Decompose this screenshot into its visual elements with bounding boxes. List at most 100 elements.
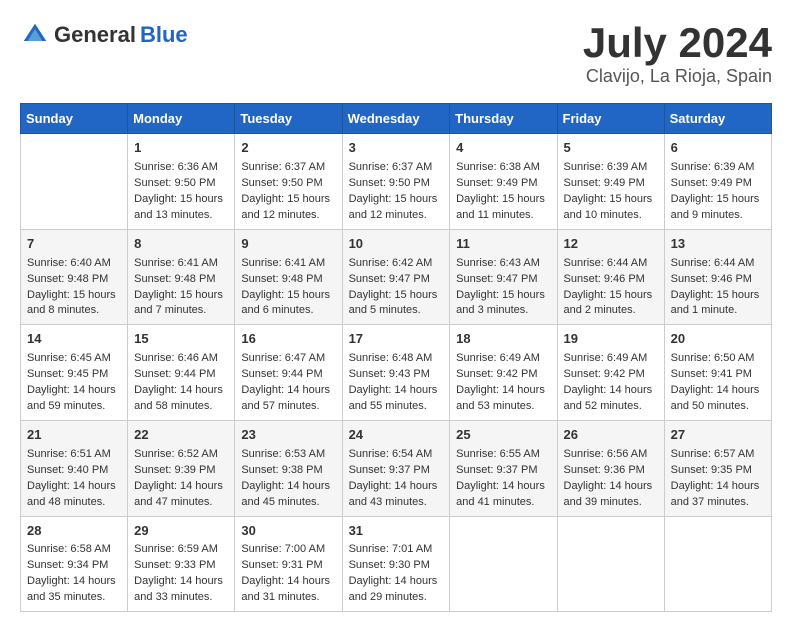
cell-info: Sunrise: 6:51 AM Sunset: 9:40 PM Dayligh… xyxy=(27,447,121,511)
calendar-cell: 21 Sunrise: 6:51 AM Sunset: 9:40 PM Dayli… xyxy=(21,420,128,516)
cell-info: Sunrise: 6:55 AM Sunset: 9:37 PM Dayligh… xyxy=(456,447,550,511)
calendar-cell: 3Sunrise: 6:37 AM Sunset: 9:50 PM Daylig… xyxy=(342,134,450,230)
day-number: 14 xyxy=(27,330,121,349)
calendar-cell: 16 Sunrise: 6:47 AM Sunset: 9:44 PM Dayli… xyxy=(235,325,342,421)
calendar-cell: 4 Sunrise: 6:38 AM Sunset: 9:49 PM Daylig… xyxy=(450,134,557,230)
day-number: 28 xyxy=(27,522,121,541)
title-block: July 2024 Clavijo, La Rioja, Spain xyxy=(583,20,772,87)
cell-info: Sunrise: 7:00 AM Sunset: 9:31 PM Dayligh… xyxy=(241,542,335,606)
logo-icon xyxy=(20,20,50,50)
calendar-cell: 30Sunrise: 7:00 AM Sunset: 9:31 PM Dayli… xyxy=(235,516,342,612)
calendar-week-row: 7 Sunrise: 6:40 AM Sunset: 9:48 PM Daylig… xyxy=(21,229,772,325)
calendar-cell: 27 Sunrise: 6:57 AM Sunset: 9:35 PM Dayli… xyxy=(664,420,771,516)
cell-info: Sunrise: 6:47 AM Sunset: 9:44 PM Dayligh… xyxy=(241,351,335,415)
day-number: 11 xyxy=(456,235,550,254)
cell-info: Sunrise: 6:49 AM Sunset: 9:42 PM Dayligh… xyxy=(456,351,550,415)
cell-info: Sunrise: 6:57 AM Sunset: 9:35 PM Dayligh… xyxy=(671,447,765,511)
weekday-header-monday: Monday xyxy=(128,104,235,134)
weekday-header-tuesday: Tuesday xyxy=(235,104,342,134)
calendar-cell xyxy=(557,516,664,612)
cell-info: Sunrise: 6:54 AM Sunset: 9:37 PM Dayligh… xyxy=(349,447,444,511)
day-number: 2 xyxy=(241,139,335,158)
cell-info: Sunrise: 6:41 AM Sunset: 9:48 PM Dayligh… xyxy=(241,256,335,320)
calendar-cell: 13 Sunrise: 6:44 AM Sunset: 9:46 PM Dayli… xyxy=(664,229,771,325)
day-number: 7 xyxy=(27,235,121,254)
cell-info: Sunrise: 6:36 AM Sunset: 9:50 PM Dayligh… xyxy=(134,160,228,224)
cell-info: Sunrise: 6:45 AM Sunset: 9:45 PM Dayligh… xyxy=(27,351,121,415)
day-number: 27 xyxy=(671,426,765,445)
weekday-header-thursday: Thursday xyxy=(450,104,557,134)
cell-info: Sunrise: 6:58 AM Sunset: 9:34 PM Dayligh… xyxy=(27,542,121,606)
logo-blue: Blue xyxy=(140,22,188,48)
weekday-header-sunday: Sunday xyxy=(21,104,128,134)
cell-info: Sunrise: 6:42 AM Sunset: 9:47 PM Dayligh… xyxy=(349,256,444,320)
day-number: 5 xyxy=(564,139,658,158)
day-number: 23 xyxy=(241,426,335,445)
weekday-header-wednesday: Wednesday xyxy=(342,104,450,134)
day-number: 10 xyxy=(349,235,444,254)
weekday-header-saturday: Saturday xyxy=(664,104,771,134)
calendar-cell: 8 Sunrise: 6:41 AM Sunset: 9:48 PM Daylig… xyxy=(128,229,235,325)
logo: GeneralBlue xyxy=(20,20,188,50)
calendar-cell xyxy=(21,134,128,230)
calendar-cell: 1 Sunrise: 6:36 AM Sunset: 9:50 PM Daylig… xyxy=(128,134,235,230)
calendar-cell: 11Sunrise: 6:43 AM Sunset: 9:47 PM Dayli… xyxy=(450,229,557,325)
calendar-cell: 26 Sunrise: 6:56 AM Sunset: 9:36 PM Dayli… xyxy=(557,420,664,516)
day-number: 6 xyxy=(671,139,765,158)
calendar-cell: 10 Sunrise: 6:42 AM Sunset: 9:47 PM Dayli… xyxy=(342,229,450,325)
calendar-cell: 24 Sunrise: 6:54 AM Sunset: 9:37 PM Dayli… xyxy=(342,420,450,516)
location-title: Clavijo, La Rioja, Spain xyxy=(583,66,772,87)
day-number: 17 xyxy=(349,330,444,349)
cell-info: Sunrise: 6:38 AM Sunset: 9:49 PM Dayligh… xyxy=(456,160,550,224)
calendar-cell: 5 Sunrise: 6:39 AM Sunset: 9:49 PM Daylig… xyxy=(557,134,664,230)
day-number: 31 xyxy=(349,522,444,541)
day-number: 8 xyxy=(134,235,228,254)
day-number: 15 xyxy=(134,330,228,349)
day-number: 16 xyxy=(241,330,335,349)
cell-info: Sunrise: 6:40 AM Sunset: 9:48 PM Dayligh… xyxy=(27,256,121,320)
cell-info: Sunrise: 6:46 AM Sunset: 9:44 PM Dayligh… xyxy=(134,351,228,415)
calendar-cell: 18 Sunrise: 6:49 AM Sunset: 9:42 PM Dayli… xyxy=(450,325,557,421)
day-number: 20 xyxy=(671,330,765,349)
calendar-cell: 19Sunrise: 6:49 AM Sunset: 9:42 PM Dayli… xyxy=(557,325,664,421)
cell-info: Sunrise: 6:48 AM Sunset: 9:43 PM Dayligh… xyxy=(349,351,444,415)
day-number: 4 xyxy=(456,139,550,158)
cell-info: Sunrise: 6:39 AM Sunset: 9:49 PM Dayligh… xyxy=(564,160,658,224)
day-number: 13 xyxy=(671,235,765,254)
day-number: 21 xyxy=(27,426,121,445)
cell-info: Sunrise: 6:56 AM Sunset: 9:36 PM Dayligh… xyxy=(564,447,658,511)
cell-info: Sunrise: 6:53 AM Sunset: 9:38 PM Dayligh… xyxy=(241,447,335,511)
calendar-table: SundayMondayTuesdayWednesdayThursdayFrid… xyxy=(20,103,772,612)
cell-info: Sunrise: 6:41 AM Sunset: 9:48 PM Dayligh… xyxy=(134,256,228,320)
day-number: 1 xyxy=(134,139,228,158)
day-number: 25 xyxy=(456,426,550,445)
cell-info: Sunrise: 6:44 AM Sunset: 9:46 PM Dayligh… xyxy=(671,256,765,320)
calendar-cell: 9Sunrise: 6:41 AM Sunset: 9:48 PM Daylig… xyxy=(235,229,342,325)
day-number: 18 xyxy=(456,330,550,349)
cell-info: Sunrise: 6:44 AM Sunset: 9:46 PM Dayligh… xyxy=(564,256,658,320)
calendar-cell xyxy=(664,516,771,612)
calendar-cell: 20Sunrise: 6:50 AM Sunset: 9:41 PM Dayli… xyxy=(664,325,771,421)
calendar-cell: 25 Sunrise: 6:55 AM Sunset: 9:37 PM Dayli… xyxy=(450,420,557,516)
weekday-header-friday: Friday xyxy=(557,104,664,134)
cell-info: Sunrise: 6:39 AM Sunset: 9:49 PM Dayligh… xyxy=(671,160,765,224)
calendar-cell xyxy=(450,516,557,612)
page-header: GeneralBlue July 2024 Clavijo, La Rioja,… xyxy=(20,20,772,87)
calendar-cell: 14 Sunrise: 6:45 AM Sunset: 9:45 PM Dayli… xyxy=(21,325,128,421)
day-number: 3 xyxy=(349,139,444,158)
weekday-header-row: SundayMondayTuesdayWednesdayThursdayFrid… xyxy=(21,104,772,134)
calendar-week-row: 28Sunrise: 6:58 AM Sunset: 9:34 PM Dayli… xyxy=(21,516,772,612)
calendar-week-row: 14 Sunrise: 6:45 AM Sunset: 9:45 PM Dayli… xyxy=(21,325,772,421)
month-title: July 2024 xyxy=(583,20,772,66)
calendar-cell: 12 Sunrise: 6:44 AM Sunset: 9:46 PM Dayli… xyxy=(557,229,664,325)
calendar-week-row: 1 Sunrise: 6:36 AM Sunset: 9:50 PM Daylig… xyxy=(21,134,772,230)
day-number: 26 xyxy=(564,426,658,445)
day-number: 22 xyxy=(134,426,228,445)
calendar-cell: 23 Sunrise: 6:53 AM Sunset: 9:38 PM Dayli… xyxy=(235,420,342,516)
day-number: 24 xyxy=(349,426,444,445)
calendar-cell: 31Sunrise: 7:01 AM Sunset: 9:30 PM Dayli… xyxy=(342,516,450,612)
day-number: 12 xyxy=(564,235,658,254)
calendar-cell: 6 Sunrise: 6:39 AM Sunset: 9:49 PM Daylig… xyxy=(664,134,771,230)
cell-info: Sunrise: 6:52 AM Sunset: 9:39 PM Dayligh… xyxy=(134,447,228,511)
cell-info: Sunrise: 7:01 AM Sunset: 9:30 PM Dayligh… xyxy=(349,542,444,606)
